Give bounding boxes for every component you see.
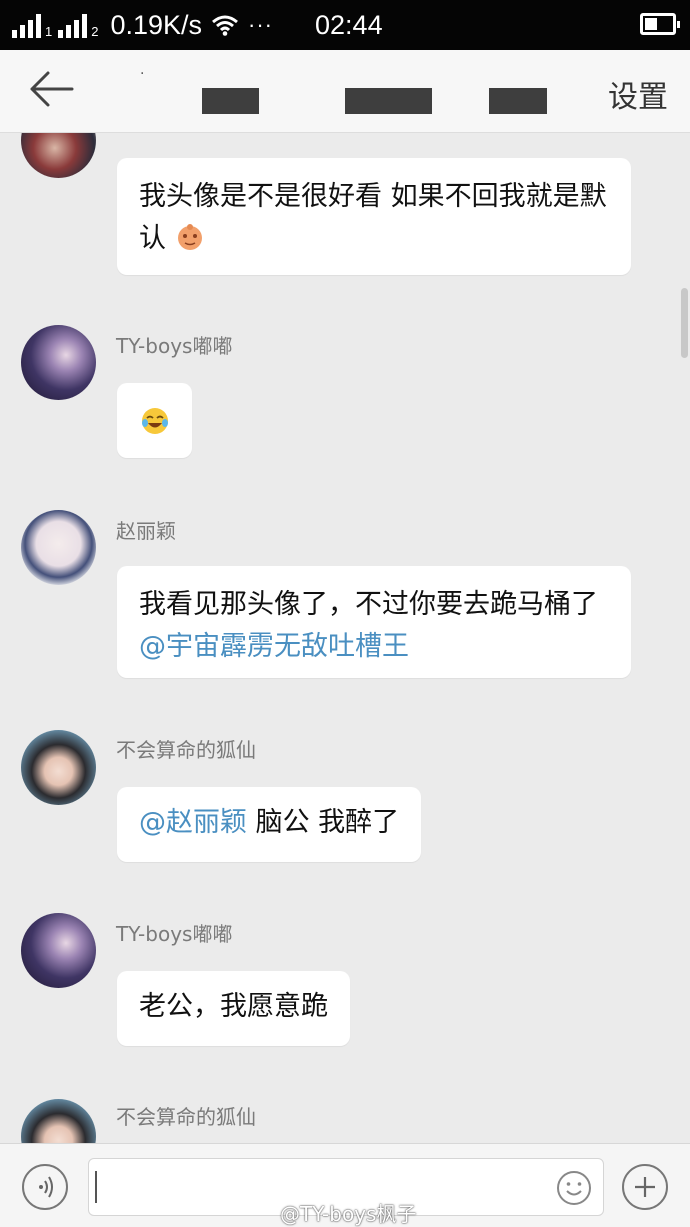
shy-emoji-icon — [177, 224, 202, 250]
message-bubble[interactable]: @赵丽颖 脑公 我醉了 — [117, 787, 422, 862]
text-caret — [95, 1171, 97, 1203]
avatar[interactable] — [21, 1099, 96, 1143]
avatar[interactable] — [21, 325, 96, 400]
avatar[interactable] — [21, 510, 96, 585]
emoji-icon[interactable] — [556, 1170, 592, 1206]
redacted-title-part-3 — [489, 88, 547, 114]
sender-name: 不会算命的狐仙 — [116, 738, 256, 762]
chat-message-list[interactable]: 我头像是不是很好看 如果不回我就是默认 TY-boys嘟嘟 赵丽颖 我看见那头像… — [0, 133, 690, 1143]
avatar[interactable] — [21, 133, 96, 178]
voice-icon — [39, 1176, 53, 1198]
clock: 02:44 — [315, 9, 383, 40]
battery-icon — [640, 13, 680, 35]
signal-icon-sim1: 1 2 — [12, 12, 104, 38]
laughing-tears-emoji-icon — [141, 407, 168, 434]
sender-name: TY-boys嘟嘟 — [116, 334, 233, 358]
redacted-title-part-2 — [345, 88, 432, 114]
mention-link[interactable]: @宇宙霹雳无敌吐槽王 — [139, 631, 409, 662]
chat-header: · 设置 — [0, 50, 690, 133]
add-attachment-button[interactable] — [622, 1164, 668, 1210]
message-text: 老公，我愿意跪 — [139, 991, 328, 1022]
redacted-title-part-1 — [202, 88, 259, 114]
message-bubble[interactable]: 我看见那头像了，不过你要去跪马桶了 @宇宙霹雳无敌吐槽王 — [117, 566, 631, 678]
back-arrow-icon[interactable] — [26, 68, 76, 110]
sender-name: TY-boys嘟嘟 — [116, 922, 233, 946]
message-text: 我看见那头像了，不过你要去跪马桶了 — [139, 589, 598, 620]
message-bubble[interactable]: 老公，我愿意跪 — [117, 971, 350, 1046]
sender-name: 不会算命的狐仙 — [116, 1105, 256, 1129]
sender-name: 赵丽颖 — [116, 519, 176, 543]
settings-button[interactable]: 设置 — [608, 72, 668, 116]
avatar[interactable] — [21, 730, 96, 805]
message-text: 脑公 我醉了 — [247, 807, 400, 838]
network-speed: 0.19K/s — [110, 9, 203, 40]
voice-input-button[interactable] — [22, 1164, 68, 1210]
status-bar: 1 2 0.19K/s ··· 02:44 — [0, 0, 690, 50]
message-bubble[interactable]: 我头像是不是很好看 如果不回我就是默认 — [117, 158, 631, 275]
title-redaction-mark: · — [140, 66, 145, 82]
more-dots: ··· — [248, 12, 274, 37]
sim1-label: 1 — [45, 24, 53, 39]
wifi-icon — [212, 15, 238, 36]
message-bubble[interactable] — [117, 383, 192, 458]
plus-icon — [635, 1177, 655, 1197]
avatar[interactable] — [21, 913, 96, 988]
sim2-label: 2 — [91, 24, 99, 39]
scrollbar[interactable] — [681, 288, 688, 358]
watermark: @TY-boys枫子 — [280, 1202, 417, 1226]
message-text: 我头像是不是很好看 如果不回我就是默认 — [139, 181, 607, 254]
mention-link[interactable]: @赵丽颖 — [139, 807, 247, 838]
